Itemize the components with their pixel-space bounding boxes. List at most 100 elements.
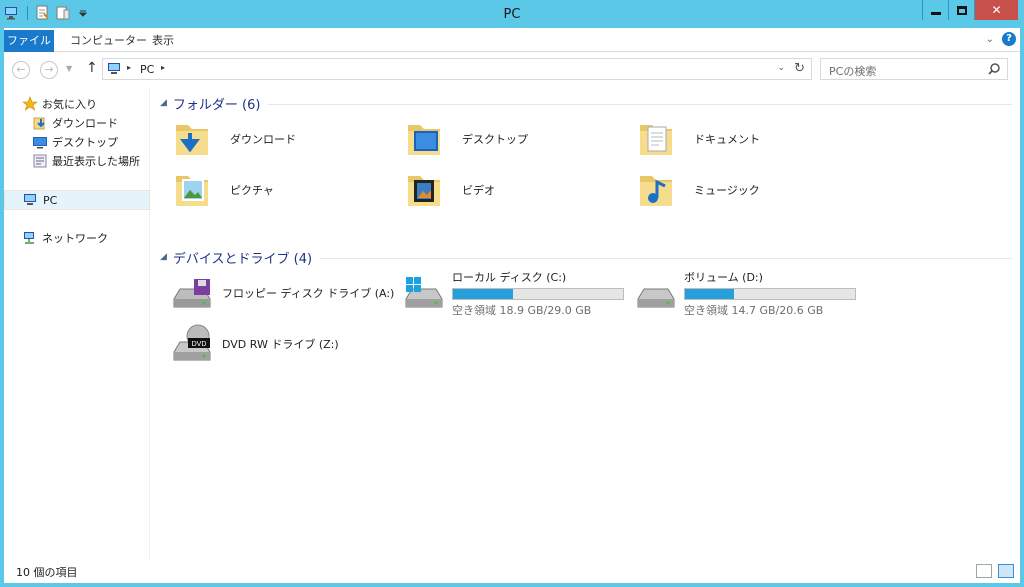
sidebar-item-downloads[interactable]: ダウンロード <box>32 113 118 133</box>
group-header-devices[interactable]: ◢ デバイスとドライブ (4) <box>156 247 1012 267</box>
collapse-caret-icon[interactable]: ◢ <box>160 252 167 262</box>
explorer-body: ファイル コンピューター 表示 ⌄ ? ← → ▼ ↑ ▸ PC ▸ ⌄ ↻ P… <box>4 28 1020 583</box>
folder-tile-documents[interactable]: ドキュメント <box>634 115 760 163</box>
collapse-caret-icon[interactable]: ◢ <box>160 98 167 108</box>
drive-usage-bar <box>684 287 856 300</box>
folder-label: ダウンロード <box>230 133 296 146</box>
sidebar-item-network[interactable]: ネットワーク <box>22 228 108 248</box>
minimize-button[interactable] <box>922 0 948 20</box>
drive-usage-bar <box>452 287 624 300</box>
tab-file[interactable]: ファイル <box>4 30 54 52</box>
downloads-icon <box>32 115 48 131</box>
sidebar-item-label: お気に入り <box>42 98 97 111</box>
folder-pictures-icon <box>170 168 214 212</box>
folder-tile-videos[interactable]: ビデオ <box>402 166 495 214</box>
sidebar-item-label: ネットワーク <box>42 232 108 245</box>
view-buttons <box>976 564 1014 578</box>
recent-places-icon <box>32 153 48 169</box>
sidebar-item-desktop[interactable]: デスクトップ <box>32 132 118 152</box>
folder-music-icon <box>634 168 678 212</box>
sidebar-item-label: 最近表示した場所 <box>52 155 140 168</box>
local-disk-icon <box>402 271 446 315</box>
drive-label: フロッピー ディスク ドライブ (A:) <box>222 287 395 300</box>
details-view-icon[interactable] <box>976 564 992 578</box>
ribbon-right-controls: ⌄ ? <box>986 32 1016 46</box>
minimize-icon <box>930 11 941 15</box>
folder-tile-desktop[interactable]: デスクトップ <box>402 115 528 163</box>
explorer-window: PC ✕ ファイル コンピューター 表示 ⌄ ? ← → ▼ ↑ ▸ PC ▸ … <box>0 0 1024 587</box>
close-icon: ✕ <box>991 3 1002 17</box>
drive-free-space: 空き領域 14.7 GB/20.6 GB <box>684 303 824 317</box>
breadcrumb-arrow[interactable]: ▸ <box>127 63 131 72</box>
folder-label: ピクチャ <box>230 184 274 197</box>
drive-usage-fill <box>685 288 735 299</box>
breadcrumb-arrow[interactable]: ▸ <box>161 63 165 72</box>
address-bar[interactable]: ▸ PC ▸ ⌄ ↻ <box>102 58 812 80</box>
folder-videos-icon <box>402 168 446 212</box>
pc-icon <box>23 192 39 208</box>
sidebar-item-pc[interactable]: PC <box>4 190 150 210</box>
maximize-button[interactable] <box>948 0 974 20</box>
folder-label: ビデオ <box>462 184 495 197</box>
drive-usage-fill <box>453 288 513 299</box>
drive-tile-dvd[interactable]: DVD DVD RW ドライブ (Z:) <box>170 320 339 368</box>
item-count: 10 個の項目 <box>16 566 78 579</box>
window-title: PC <box>503 7 521 22</box>
status-bar: 10 個の項目 <box>4 560 1020 583</box>
drive-tile-c[interactable]: ローカル ディスク (C:) 空き領域 18.9 GB/29.0 GB <box>402 269 624 317</box>
search-input[interactable]: PCの検索 <box>820 58 1008 80</box>
drive-label: ローカル ディスク (C:) <box>452 270 567 284</box>
navigation-bar: ← → ▼ ↑ ▸ PC ▸ ⌄ ↻ PCの検索 <box>4 52 1020 88</box>
dvd-drive-icon: DVD <box>170 322 214 366</box>
group-header-folders[interactable]: ◢ フォルダー (6) <box>156 93 1012 113</box>
desktop-icon <box>32 134 48 150</box>
up-button[interactable]: ↑ <box>86 60 98 76</box>
help-icon[interactable]: ? <box>1002 32 1016 46</box>
drive-free-space: 空き領域 18.9 GB/29.0 GB <box>452 303 592 317</box>
sidebar-item-recent-places[interactable]: 最近表示した場所 <box>32 151 140 171</box>
folder-tile-pictures[interactable]: ピクチャ <box>170 166 274 214</box>
group-title: フォルダー (6) <box>172 97 261 113</box>
content-area: ◢ フォルダー (6) ダウンロード デスクトップ ドキュメント ピクチャ ビデ… <box>156 88 1016 560</box>
window-controls: ✕ <box>922 0 1018 20</box>
pc-icon <box>107 62 123 76</box>
group-divider <box>320 257 1012 259</box>
folder-label: ドキュメント <box>694 133 760 146</box>
folder-tile-music[interactable]: ミュージック <box>634 166 760 214</box>
drive-tile-floppy[interactable]: フロッピー ディスク ドライブ (A:) <box>170 269 394 317</box>
back-button[interactable]: ← <box>12 61 30 79</box>
folder-tile-downloads[interactable]: ダウンロード <box>170 115 296 163</box>
drive-label: DVD RW ドライブ (Z:) <box>222 338 339 351</box>
breadcrumb-pc[interactable]: PC <box>140 63 154 76</box>
sidebar-item-label: ダウンロード <box>52 117 118 130</box>
forward-button[interactable]: → <box>40 61 58 79</box>
folder-label: デスクトップ <box>462 133 528 146</box>
close-button[interactable]: ✕ <box>974 0 1018 20</box>
folder-label: ミュージック <box>694 184 760 197</box>
navigation-pane: お気に入り ダウンロード デスクトップ 最近表示した場所 PC ネットワーク <box>4 88 150 560</box>
maximize-icon <box>956 5 967 15</box>
star-icon <box>22 96 38 112</box>
ribbon-tabs: ファイル コンピューター 表示 ⌄ ? <box>4 28 1020 52</box>
tab-view[interactable]: 表示 <box>142 30 184 52</box>
chevron-down-icon[interactable]: ⌄ <box>986 34 994 45</box>
refresh-icon[interactable]: ↻ <box>794 61 805 76</box>
folder-documents-icon <box>634 117 678 161</box>
search-icon[interactable] <box>987 62 1001 76</box>
volume-drive-icon <box>634 271 678 315</box>
drive-info: ボリューム (D:) 空き領域 14.7 GB/20.6 GB <box>684 269 856 318</box>
folder-download-icon <box>170 117 214 161</box>
svg-text:DVD: DVD <box>192 341 207 348</box>
folder-desktop-icon <box>402 117 446 161</box>
drive-tile-d[interactable]: ボリューム (D:) 空き領域 14.7 GB/20.6 GB <box>634 269 856 317</box>
drive-label: ボリューム (D:) <box>684 270 763 284</box>
tiles-view-icon[interactable] <box>998 564 1014 578</box>
sidebar-item-label: デスクトップ <box>52 136 118 149</box>
address-dropdown-icon[interactable]: ⌄ <box>777 63 785 73</box>
title-bar: PC ✕ <box>0 0 1024 28</box>
recent-locations-dropdown[interactable]: ▼ <box>66 64 72 73</box>
group-title: デバイスとドライブ (4) <box>172 251 313 267</box>
sidebar-item-favorites[interactable]: お気に入り <box>22 94 97 114</box>
drive-info: ローカル ディスク (C:) 空き領域 18.9 GB/29.0 GB <box>452 269 624 318</box>
search-placeholder: PCの検索 <box>829 65 877 78</box>
